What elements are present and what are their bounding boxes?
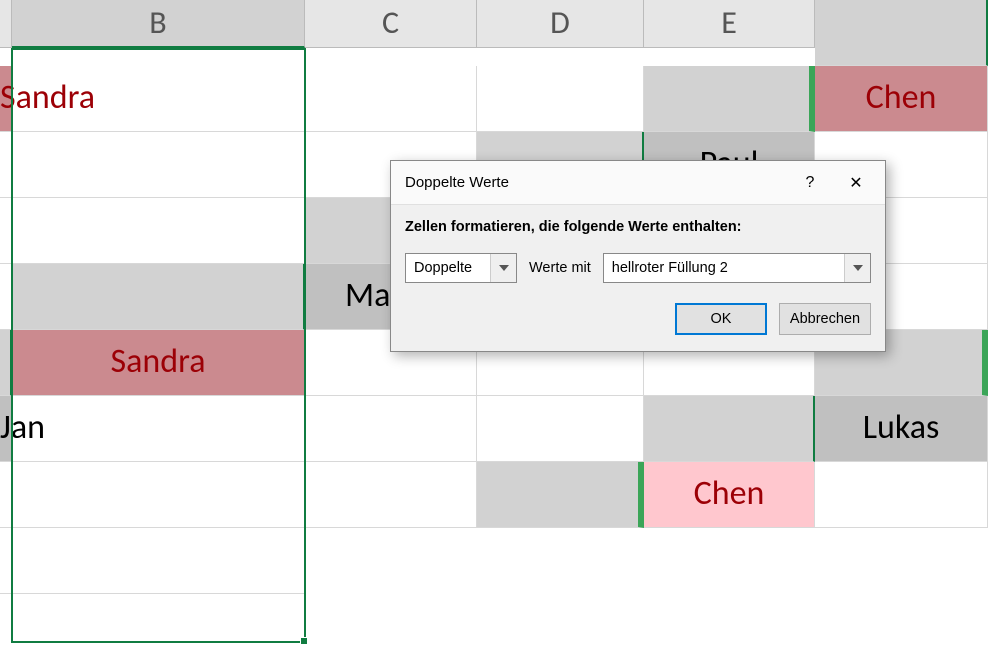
- format-style-select[interactable]: hellroter Füllung 2: [603, 253, 871, 283]
- row-header[interactable]: [12, 264, 305, 330]
- data-cell[interactable]: Chen: [644, 462, 815, 528]
- chevron-down-icon: [844, 254, 870, 282]
- data-cell[interactable]: Jan: [0, 396, 12, 462]
- cancel-button[interactable]: Abbrechen: [779, 303, 871, 335]
- empty-cell[interactable]: [12, 528, 305, 594]
- dialog-titlebar[interactable]: Doppelte Werte ? ✕: [391, 161, 885, 205]
- row-header[interactable]: [477, 462, 644, 528]
- column-header-b[interactable]: B: [12, 0, 305, 48]
- column-header-d[interactable]: D: [477, 0, 644, 48]
- empty-cell[interactable]: [305, 462, 477, 528]
- column-header-c[interactable]: C: [305, 0, 477, 48]
- select-all-corner[interactable]: [0, 0, 12, 48]
- chevron-down-icon: [490, 254, 516, 282]
- fill-handle[interactable]: [300, 637, 308, 645]
- empty-cell[interactable]: [0, 528, 12, 594]
- values-with-label: Werte mit: [529, 260, 591, 276]
- empty-cell[interactable]: [12, 396, 305, 462]
- empty-cell[interactable]: [0, 198, 12, 264]
- duplicate-values-dialog: Doppelte Werte ? ✕ Zellen formatieren, d…: [390, 160, 886, 352]
- help-button[interactable]: ?: [787, 165, 833, 201]
- duplicate-type-value: Doppelte: [406, 254, 490, 282]
- empty-cell[interactable]: [477, 66, 644, 132]
- empty-cell[interactable]: [815, 462, 988, 528]
- ok-button[interactable]: OK: [675, 303, 767, 335]
- row-header[interactable]: [644, 66, 815, 132]
- data-cell[interactable]: Chen: [815, 66, 988, 132]
- empty-cell[interactable]: [12, 66, 305, 132]
- row-header[interactable]: [0, 330, 12, 396]
- column-header-e[interactable]: E: [644, 0, 815, 48]
- dialog-instruction: Zellen formatieren, die folgende Werte e…: [405, 219, 871, 235]
- empty-cell[interactable]: [12, 198, 305, 264]
- empty-cell[interactable]: [0, 264, 12, 330]
- format-style-value: hellroter Füllung 2: [604, 254, 844, 282]
- row-header[interactable]: [644, 396, 815, 462]
- empty-cell[interactable]: [477, 396, 644, 462]
- close-button[interactable]: ✕: [833, 165, 879, 201]
- data-cell[interactable]: Sandra: [0, 66, 12, 132]
- empty-cell[interactable]: [305, 66, 477, 132]
- empty-cell[interactable]: [12, 132, 305, 198]
- row-header[interactable]: [815, 0, 988, 66]
- empty-cell[interactable]: [305, 396, 477, 462]
- empty-cell[interactable]: [12, 462, 305, 528]
- data-cell[interactable]: Lukas: [815, 396, 988, 462]
- empty-cell[interactable]: [0, 132, 12, 198]
- data-cell[interactable]: Sandra: [12, 330, 305, 396]
- dialog-title: Doppelte Werte: [405, 174, 787, 191]
- duplicate-type-select[interactable]: Doppelte: [405, 253, 517, 283]
- empty-cell[interactable]: [0, 462, 12, 528]
